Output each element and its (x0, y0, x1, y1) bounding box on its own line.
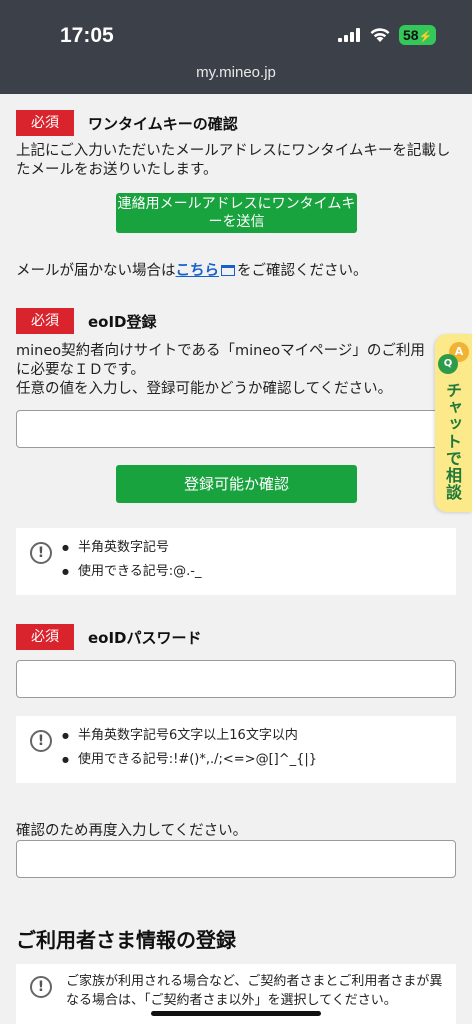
battery-indicator: 58⚡ (399, 25, 437, 45)
password-rules-list: 半角英数字記号6文字以上16文字以内 使用できる記号:!#()*,./;<=>@… (62, 724, 317, 772)
password-header: 必須 eoIDパスワード (16, 624, 202, 650)
cellular-signal-icon (338, 28, 360, 42)
mail-notice-text-after: をご確認ください。 (237, 263, 368, 279)
eoid-rules-list: 半角英数字記号 使用できる記号:@.-_ (62, 536, 202, 584)
chat-consult-button[interactable]: A Q チャットで相談 (435, 334, 472, 512)
required-badge: 必須 (16, 110, 74, 136)
external-window-icon (221, 265, 235, 276)
check-availability-button[interactable]: 登録可能か確認 (116, 465, 357, 503)
eoid-header: 必須 eoID登録 (16, 308, 157, 334)
user-info-note-text: ご家族が利用される場合など、ご契約者さまとご利用者さまが異なる場合は、「ご契約者… (66, 974, 443, 1008)
mail-notice: メールが届かない場合はこちら をご確認ください。 (16, 262, 456, 281)
url-bar[interactable]: my.mineo.jp (0, 64, 472, 81)
send-onetime-key-button[interactable]: 連絡用メールアドレスにワンタイムキーを送信 (116, 193, 357, 233)
password-input[interactable] (16, 660, 456, 698)
status-time: 17:05 (60, 24, 114, 47)
info-icon: ! (30, 976, 52, 998)
question-bubble-icon: Q (438, 354, 458, 374)
list-item: 使用できる記号:!#()*,./;<=>@[]^_{|} (62, 748, 317, 772)
required-badge: 必須 (16, 308, 74, 334)
password-confirm-input[interactable] (16, 840, 456, 878)
user-info-title: ご利用者さま情報の登録 (16, 928, 236, 952)
chat-label: チャットで相談 (443, 382, 462, 501)
browser-top-bar: 17:05 58⚡ my.mineo.jp (0, 0, 472, 94)
mail-help-link[interactable]: こちら (176, 263, 220, 279)
eoid-description: mineo契約者向けサイトである「mineoマイページ」のご利用に必要なＩＤです… (16, 343, 425, 397)
password-title: eoIDパスワード (88, 628, 202, 647)
eoid-title: eoID登録 (88, 312, 157, 331)
password-confirm-label: 確認のため再度入力してください。 (16, 823, 248, 839)
eoid-rules-note: ! 半角英数字記号 使用できる記号:@.-_ (16, 528, 456, 595)
eoid-input[interactable] (16, 410, 456, 448)
list-item: 半角英数字記号 (62, 536, 201, 560)
required-badge: 必須 (16, 624, 74, 650)
onetime-header: 必須 ワンタイムキーの確認 (16, 110, 238, 136)
list-item: 使用できる記号:@.-_ (62, 560, 202, 584)
mail-notice-text: メールが届かない場合は (16, 263, 176, 279)
wifi-icon (370, 28, 390, 42)
home-indicator (151, 1011, 321, 1016)
info-icon: ! (30, 542, 52, 564)
info-icon: ! (30, 730, 52, 752)
password-rules-note: ! 半角英数字記号6文字以上16文字以内 使用できる記号:!#()*,./;<=… (16, 716, 456, 783)
list-item: 半角英数字記号6文字以上16文字以内 (62, 724, 317, 748)
onetime-title: ワンタイムキーの確認 (88, 114, 238, 133)
onetime-description: 上記にご入力いただいたメールアドレスにワンタイムキーを記載したメールをお送りいた… (16, 143, 451, 178)
